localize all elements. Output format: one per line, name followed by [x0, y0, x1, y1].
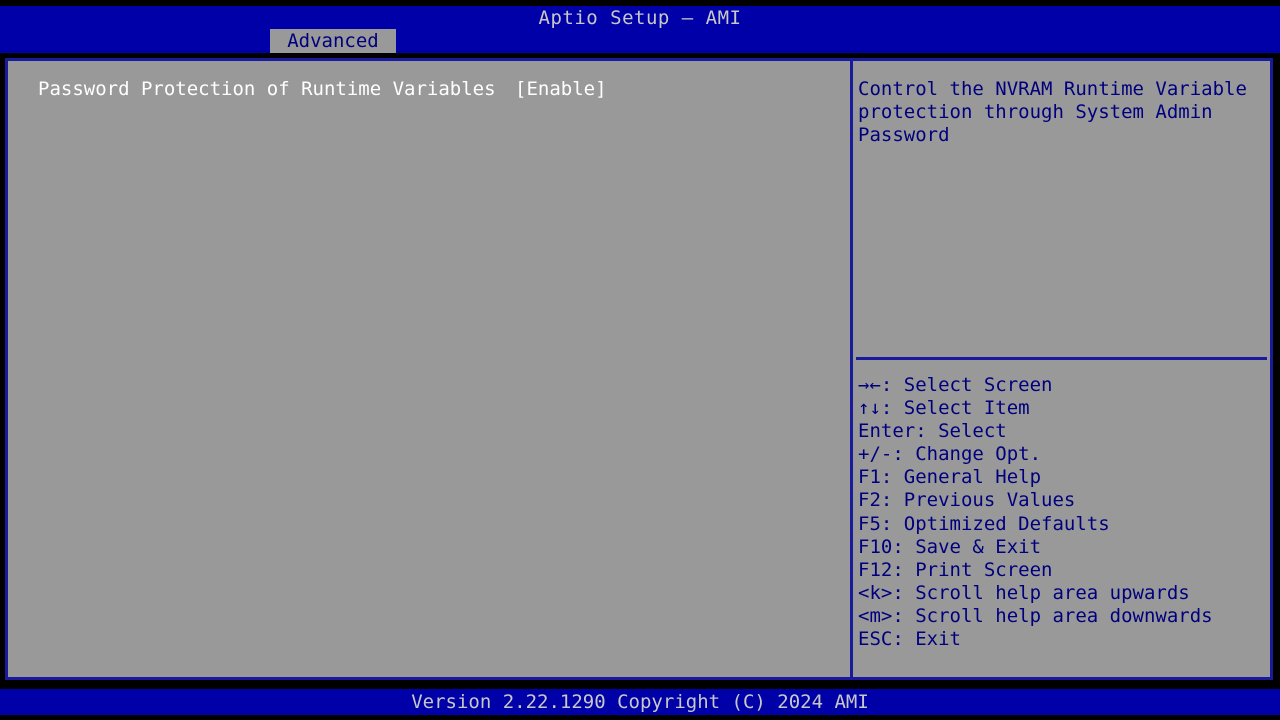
bios-setup-screen: Aptio Setup – AMI Advanced Password Prot…: [0, 0, 1280, 720]
key-legend-line: F5: Optimized Defaults: [858, 513, 1278, 536]
key-legend-line: F1: General Help: [858, 466, 1278, 489]
key-legend-line: →←: Select Screen: [858, 374, 1278, 397]
setting-label: Password Protection of Runtime Variables: [38, 78, 515, 102]
help-description: Control the NVRAM Runtime Variable prote…: [858, 78, 1268, 148]
help-divider: [856, 357, 1267, 360]
key-legend-line: Enter: Select: [858, 420, 1278, 443]
page-title: Aptio Setup – AMI: [0, 6, 1280, 30]
setting-value[interactable]: [Enable]: [515, 78, 607, 102]
key-legend-line: <k>: Scroll help area upwards: [858, 582, 1278, 605]
key-legend-line: F10: Save & Exit: [858, 536, 1278, 559]
key-legend-line: +/-: Change Opt.: [858, 443, 1278, 466]
help-panel: Control the NVRAM Runtime Variable prote…: [853, 61, 1270, 677]
key-legend-line: ESC: Exit: [858, 628, 1278, 651]
menu-tab-bar: [0, 30, 1280, 53]
key-legend-line: ↑↓: Select Item: [858, 397, 1278, 420]
key-legend: →←: Select Screen↑↓: Select ItemEnter: S…: [858, 374, 1278, 651]
key-legend-line: <m>: Scroll help area downwards: [858, 605, 1278, 628]
footer-version: Version 2.22.1290 Copyright (C) 2024 AMI: [0, 692, 1280, 713]
content-frame: Password Protection of Runtime Variables…: [5, 58, 1273, 680]
panels-container: Password Protection of Runtime Variables…: [8, 61, 1270, 677]
settings-panel: Password Protection of Runtime Variables…: [8, 61, 853, 677]
setting-row-password-protection[interactable]: Password Protection of Runtime Variables…: [38, 78, 828, 102]
tab-advanced[interactable]: Advanced: [270, 29, 396, 53]
key-legend-line: F12: Print Screen: [858, 559, 1278, 582]
key-legend-line: F2: Previous Values: [858, 489, 1278, 512]
